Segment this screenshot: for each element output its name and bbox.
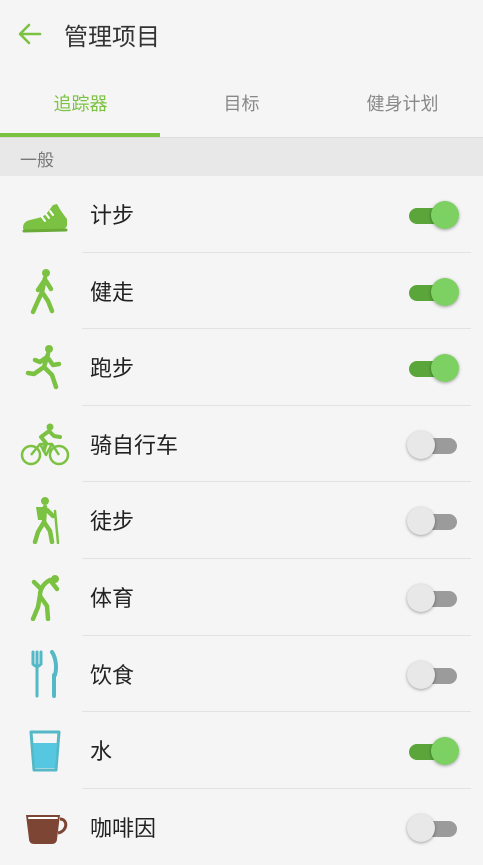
coffee-cup-icon: [26, 814, 68, 844]
fork-knife-icon: [31, 649, 58, 698]
sports-icon: [30, 574, 60, 621]
tab-bar: 追踪器 目标 健身计划: [0, 70, 483, 138]
toggle-switch[interactable]: [407, 506, 459, 536]
toggle-switch[interactable]: [407, 200, 459, 230]
item-label: 水: [90, 740, 113, 766]
tab-trackers[interactable]: 追踪器: [0, 70, 161, 138]
running-icon: [25, 345, 62, 390]
water-glass-icon: [29, 730, 61, 772]
cycling-icon: [20, 423, 70, 466]
tab-workout-plan[interactable]: 健身计划: [322, 70, 483, 138]
arrow-left-icon[interactable]: [16, 20, 44, 48]
list-item-food[interactable]: 饮食: [0, 636, 483, 713]
toggle-switch[interactable]: [407, 813, 459, 843]
list-item-water[interactable]: 水: [0, 712, 483, 789]
tab-goals[interactable]: 目标: [161, 70, 322, 138]
list-item-walking[interactable]: 健走: [0, 253, 483, 330]
item-label: 饮食: [90, 663, 135, 689]
list-item-steps[interactable]: 计步: [0, 176, 483, 253]
toggle-switch[interactable]: [407, 660, 459, 690]
item-label: 计步: [90, 204, 135, 229]
toggle-switch[interactable]: [407, 583, 459, 613]
list-item-caffeine[interactable]: 咖啡因: [0, 789, 483, 865]
app-header: 管理项目: [0, 0, 483, 70]
list-item-sports[interactable]: 体育: [0, 559, 483, 636]
item-label: 体育: [90, 586, 135, 612]
item-label: 咖啡因: [90, 816, 157, 842]
shoe-icon: [22, 204, 68, 233]
toggle-switch[interactable]: [407, 277, 459, 307]
list-item-running[interactable]: 跑步: [0, 329, 483, 406]
toggle-switch[interactable]: [407, 353, 459, 383]
item-label: 跑步: [90, 357, 135, 383]
section-header: 一般: [0, 138, 483, 176]
item-label: 骑自行车: [90, 433, 179, 459]
tracker-list: 计步 健走 跑步 骑自行车 徒步 体育 饮食 水 咖啡因: [0, 176, 483, 865]
item-label: 健走: [90, 280, 135, 306]
list-item-hiking[interactable]: 徒步: [0, 482, 483, 559]
section-label: 一般: [20, 151, 54, 171]
item-label: 徒步: [90, 510, 135, 536]
toggle-switch[interactable]: [407, 430, 459, 460]
toggle-switch[interactable]: [407, 736, 459, 766]
hiking-icon: [32, 497, 60, 545]
list-item-cycling[interactable]: 骑自行车: [0, 406, 483, 483]
page-title: 管理项目: [64, 23, 160, 51]
walking-icon: [30, 268, 55, 314]
